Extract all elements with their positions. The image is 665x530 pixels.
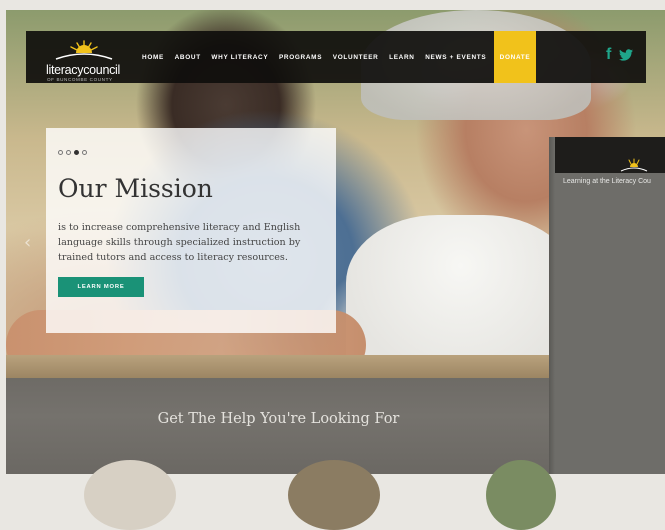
twitter-icon[interactable] [619,48,633,66]
slider-dot[interactable] [82,150,87,155]
help-section-title: Get The Help You're Looking For [157,411,400,427]
nav-item-volunteer[interactable]: VOLUNTEER [333,54,379,61]
slider-dot[interactable] [66,150,71,155]
mission-text: is to increase comprehensive literacy an… [58,222,301,263]
hero-photo-shirt [346,215,576,378]
logo-tagline: OF BUNCOMBE COUNTY [47,77,113,82]
slider-dot-active[interactable] [74,150,79,155]
nav-item-why-literacy[interactable]: WHY LITERACY [211,54,268,61]
slider-dots [58,150,87,155]
nav-item-home[interactable]: HOME [142,54,164,61]
window-title: Learning at the Literacy Cou [563,178,651,185]
window-header [555,137,665,173]
mission-panel: Our Mission is to increase comprehensive… [46,128,336,333]
learn-more-button[interactable]: LEARN MORE [58,277,144,297]
sun-logo-icon [55,40,113,60]
help-card-image[interactable] [288,460,380,530]
logo-name: literacycouncil [46,63,121,77]
nav-item-learn[interactable]: LEARN [389,54,415,61]
twitter-bird-icon [619,49,633,61]
help-card-image[interactable] [486,460,556,530]
donate-button[interactable]: DONATE [494,31,536,83]
help-section: Get The Help You're Looking For [6,378,556,530]
site-header: literacycouncil OF BUNCOMBE COUNTY HOME … [26,31,646,83]
carousel-prev-icon[interactable]: ‹ [24,232,31,253]
slider-dot[interactable] [58,150,63,155]
main-nav: HOME ABOUT WHY LITERACY PROGRAMS VOLUNTE… [142,31,497,83]
sun-logo-icon [620,158,648,172]
help-card-image[interactable] [84,460,176,530]
nav-item-programs[interactable]: PROGRAMS [279,54,322,61]
facebook-icon[interactable]: f [606,46,611,64]
site-logo[interactable]: literacycouncil OF BUNCOMBE COUNTY [46,37,132,82]
nav-item-about[interactable]: ABOUT [175,54,201,61]
mission-title: Our Mission [58,174,213,203]
window-edge [549,137,555,474]
nav-item-news-events[interactable]: NEWS + EVENTS [425,54,486,61]
overlapping-window[interactable]: Learning at the Literacy Cou [549,137,665,474]
